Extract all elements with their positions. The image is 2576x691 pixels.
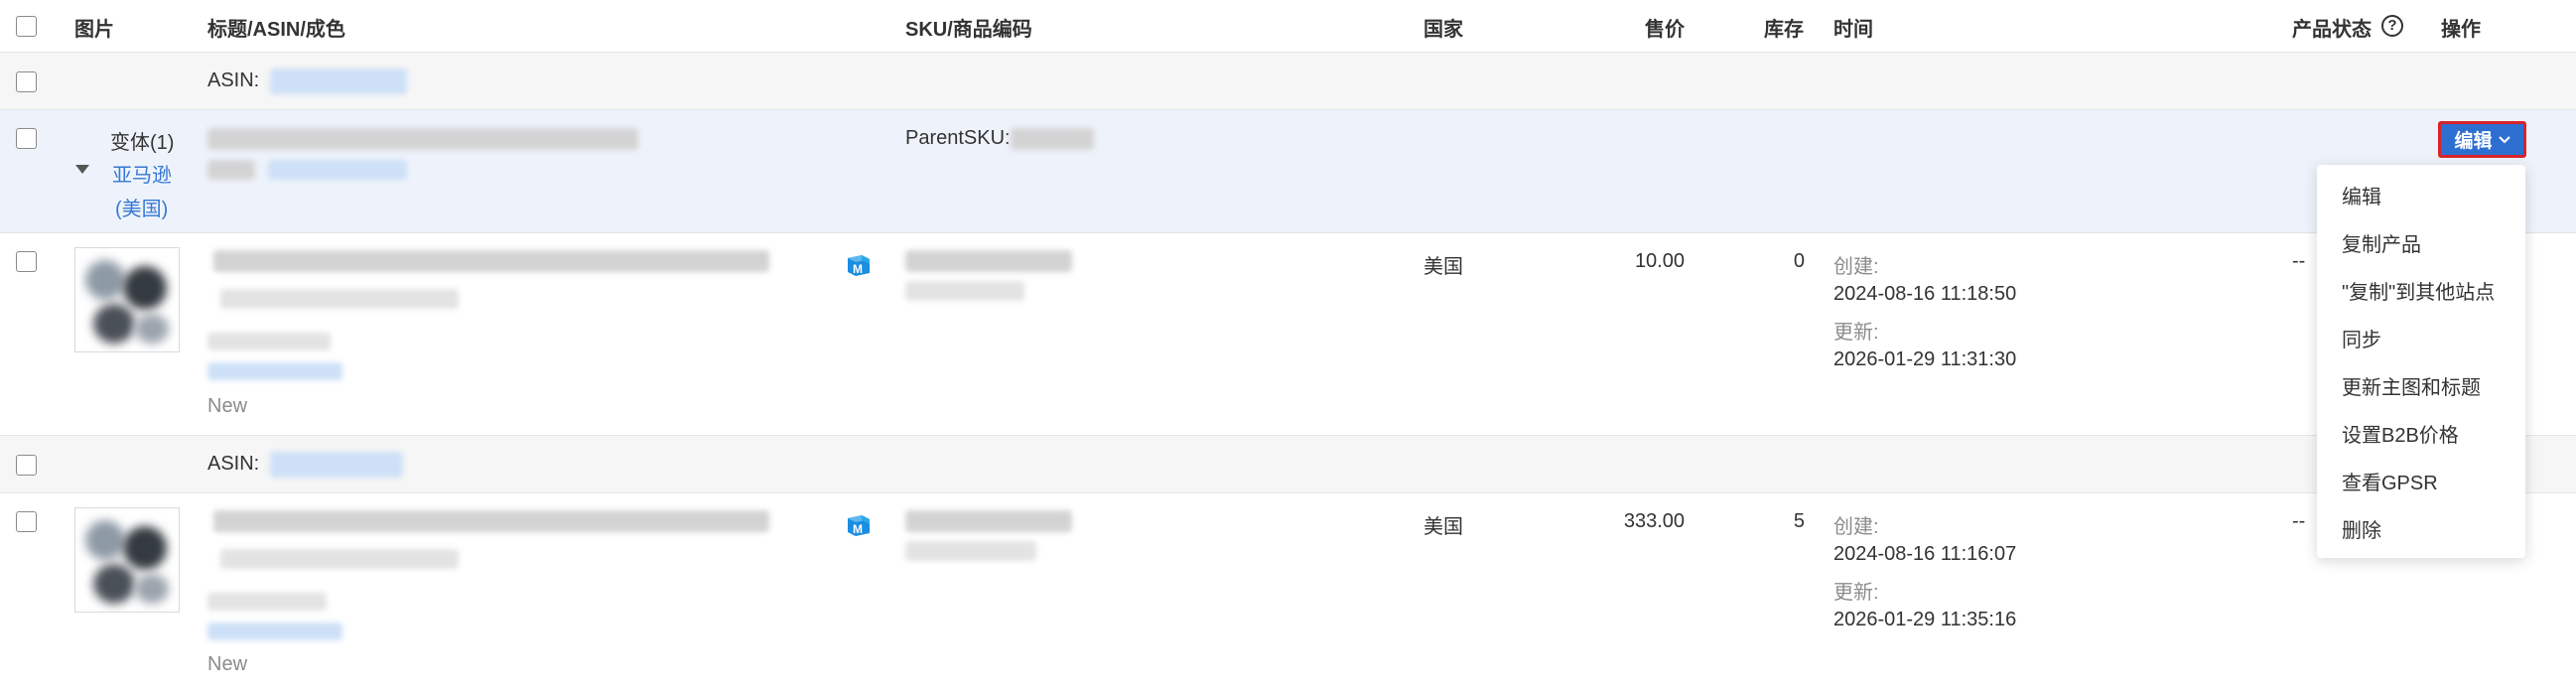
table-header: 图片 标题/ASIN/成色 SKU/商品编码 国家 售价 库存 时间 产品状态 … bbox=[0, 0, 2576, 53]
menu-item-edit[interactable]: 编辑 bbox=[2342, 181, 2381, 209]
asin-value-redacted[interactable] bbox=[270, 69, 407, 94]
product-stock: 5 bbox=[1793, 510, 1805, 532]
created-label: 创建: bbox=[1833, 256, 1879, 278]
col-stock[interactable]: 库存 bbox=[1764, 13, 1804, 42]
product-thumbnail[interactable] bbox=[74, 247, 180, 352]
created-time: 2024-08-16 11:18:50 bbox=[1833, 283, 2017, 305]
updated-label: 更新: bbox=[1833, 322, 1879, 344]
product-condition: New bbox=[207, 395, 248, 417]
edit-dropdown-button[interactable]: 编辑 bbox=[2438, 121, 2526, 158]
product-row: New M 美国 10.00 0 创建: 2024-08-16 11:18:50… bbox=[0, 233, 2576, 436]
edit-dropdown-menu: 编辑 复制产品 "复制"到其他站点 同步 更新主图和标题 设置B2B价格 查看G… bbox=[2317, 165, 2525, 558]
marketplace-link[interactable]: 亚马逊 bbox=[112, 159, 172, 188]
col-actions: 操作 bbox=[2441, 19, 2481, 41]
parent-sku-redacted bbox=[1011, 128, 1094, 150]
col-sku-code: SKU/商品编码 bbox=[905, 19, 1032, 41]
fulfillment-badge-icon: M bbox=[848, 515, 870, 536]
product-subtitle-redacted bbox=[220, 289, 459, 309]
asin-value-redacted[interactable] bbox=[270, 452, 403, 478]
chevron-down-icon bbox=[2498, 135, 2510, 143]
product-title-redacted[interactable] bbox=[213, 510, 769, 532]
product-title-redacted[interactable] bbox=[213, 250, 769, 272]
product-code-redacted bbox=[905, 541, 1036, 561]
parent-variant-row: 变体(1) 亚马逊 (美国) ParentSKU: bbox=[0, 110, 2576, 233]
svg-text:M: M bbox=[853, 262, 863, 276]
select-all-checkbox[interactable] bbox=[16, 16, 37, 37]
help-icon[interactable]: ? bbox=[2381, 15, 2403, 37]
product-subtitle-redacted bbox=[220, 549, 459, 569]
updated-time: 2026-01-29 11:31:30 bbox=[1833, 348, 2017, 370]
marketplace-region[interactable]: (美国) bbox=[115, 193, 168, 221]
col-price[interactable]: 售价 bbox=[1645, 13, 1685, 42]
thumb-blur bbox=[85, 260, 125, 300]
col-country: 国家 bbox=[1424, 19, 1463, 41]
asin-group-row: ASIN: bbox=[0, 436, 2576, 493]
parent-title-redacted bbox=[207, 128, 638, 150]
product-stock: 0 bbox=[1793, 250, 1805, 272]
menu-item-copy-product[interactable]: 复制产品 bbox=[2342, 228, 2421, 257]
svg-text:M: M bbox=[853, 522, 863, 536]
group-checkbox[interactable] bbox=[16, 455, 37, 476]
edit-button-label: 编辑 bbox=[2454, 131, 2493, 152]
variant-count: 变体(1) bbox=[110, 132, 175, 154]
product-country: 美国 bbox=[1424, 256, 1463, 278]
product-meta-redacted bbox=[207, 333, 331, 350]
caret-down-icon[interactable] bbox=[75, 165, 89, 175]
thumb-blur bbox=[135, 314, 169, 344]
thumb-blur bbox=[85, 520, 125, 560]
parent-checkbox[interactable] bbox=[16, 128, 37, 149]
col-image: 图片 bbox=[74, 19, 114, 41]
created-time: 2024-08-16 11:16:07 bbox=[1833, 543, 2017, 565]
thumb-blur bbox=[135, 574, 169, 604]
parent-label-redacted bbox=[207, 160, 255, 180]
menu-item-update-main-image-title[interactable]: 更新主图和标题 bbox=[2342, 371, 2481, 400]
product-code-redacted bbox=[905, 281, 1024, 301]
product-row: New M 美国 333.00 5 创建: 2024-08-16 11:16:0… bbox=[0, 493, 2576, 691]
product-checkbox[interactable] bbox=[16, 511, 37, 532]
updated-time: 2026-01-29 11:35:16 bbox=[1833, 609, 2017, 630]
asin-label: ASIN: bbox=[207, 69, 260, 91]
menu-item-view-gpsr[interactable]: 查看GPSR bbox=[2342, 467, 2438, 495]
product-price: 10.00 bbox=[1634, 250, 1685, 272]
product-country: 美国 bbox=[1424, 516, 1463, 538]
menu-item-delete[interactable]: 删除 bbox=[2342, 514, 2381, 543]
updated-label: 更新: bbox=[1833, 582, 1879, 604]
thumb-blur bbox=[93, 564, 135, 604]
product-sku-redacted bbox=[905, 250, 1072, 272]
asin-label: ASIN: bbox=[207, 453, 260, 475]
col-title-asin-cost: 标题/ASIN/成色 bbox=[207, 19, 345, 41]
product-table: 图片 标题/ASIN/成色 SKU/商品编码 国家 售价 库存 时间 产品状态 … bbox=[0, 0, 2576, 691]
col-time[interactable]: 时间 bbox=[1833, 13, 1873, 42]
created-label: 创建: bbox=[1833, 516, 1879, 538]
menu-item-copy-to-other-sites[interactable]: "复制"到其他站点 bbox=[2342, 276, 2495, 305]
menu-item-sync[interactable]: 同步 bbox=[2342, 324, 2381, 352]
thumb-blur bbox=[123, 266, 167, 310]
product-thumbnail[interactable] bbox=[74, 507, 180, 613]
menu-item-set-b2b-price[interactable]: 设置B2B价格 bbox=[2342, 419, 2459, 448]
product-price: 333.00 bbox=[1623, 510, 1685, 532]
product-meta-redacted bbox=[207, 593, 327, 611]
product-status: -- bbox=[2292, 250, 2306, 272]
thumb-blur bbox=[93, 304, 135, 344]
product-asin-redacted[interactable] bbox=[207, 362, 342, 380]
parent-asin-redacted[interactable] bbox=[268, 160, 407, 180]
product-asin-redacted[interactable] bbox=[207, 622, 342, 640]
product-checkbox[interactable] bbox=[16, 251, 37, 272]
product-sku-redacted bbox=[905, 510, 1072, 532]
col-product-status: 产品状态 bbox=[2292, 19, 2372, 41]
group-checkbox[interactable] bbox=[16, 71, 37, 92]
fulfillment-badge-icon: M bbox=[848, 255, 870, 276]
asin-group-row: ASIN: bbox=[0, 53, 2576, 110]
product-condition: New bbox=[207, 653, 248, 675]
parent-sku-label: ParentSKU: bbox=[905, 127, 1011, 149]
thumb-blur bbox=[123, 526, 167, 570]
product-status: -- bbox=[2292, 510, 2306, 532]
